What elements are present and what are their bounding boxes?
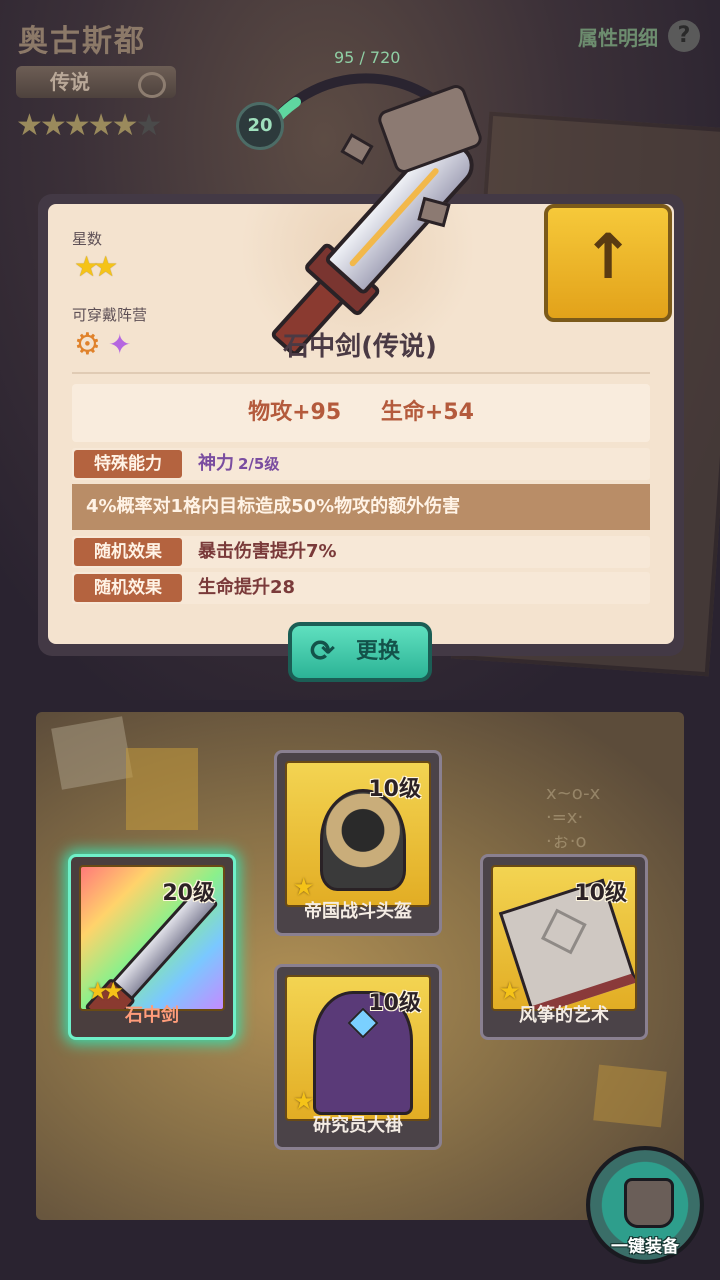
swirl-icon (138, 72, 166, 98)
random-effect-value: 暴击伤害提升7% (198, 541, 337, 562)
equipment-slot-sword[interactable]: 20级 ★★ 石中剑 (68, 854, 236, 1040)
hero-name: 奥古斯都 (18, 24, 146, 59)
special-ability-tag: 特殊能力 (74, 450, 182, 478)
item-level: 10级 (574, 881, 627, 906)
upgrade-button[interactable]: ↑ (544, 204, 672, 322)
rarity-badge: 传说 (16, 66, 176, 98)
hero-stars: ★★★★★★ (16, 108, 162, 143)
hero-level-badge: 20 (236, 102, 284, 150)
equip-all-button[interactable]: 一键装备 (586, 1146, 704, 1264)
camp-label: 可穿戴阵营 (72, 306, 148, 324)
stat-hp: 生命+54 (380, 400, 474, 425)
item-name: 风筝的艺术 (519, 1005, 609, 1026)
special-ability-level: 2/5级 (238, 455, 280, 473)
swap-button[interactable]: ⟳ 更换 (288, 622, 432, 682)
item-stars: ★★ (74, 250, 118, 283)
random-effect-value: 生命提升28 (198, 577, 296, 598)
up-arrow-icon: ↑ (582, 220, 634, 293)
star-count-label: 星数 (72, 230, 103, 248)
divider (72, 372, 650, 374)
special-ability-value: 神力 2/5级 (198, 448, 279, 480)
paper-note (593, 1064, 667, 1128)
paper-note (126, 748, 198, 830)
random-effect-tag: 随机效果 (74, 574, 182, 602)
item-card: 20级 ★★ (79, 865, 225, 1011)
special-ability-name: 神力 (198, 453, 234, 474)
chalk-doodle: x~o-x ·=x· ·ぉ·o (546, 783, 601, 852)
stat-attack: 物攻+95 (248, 400, 342, 425)
swap-label: 更换 (356, 639, 401, 664)
equipment-slot-book[interactable]: 10级 ★ 风筝的艺术 (480, 854, 648, 1040)
item-card: 10级 ★ (285, 975, 431, 1121)
item-name: 石中剑 (125, 1005, 179, 1026)
help-icon[interactable]: ? (668, 20, 700, 52)
item-title: 石中剑(传说) (283, 332, 437, 362)
random-effect-tag: 随机效果 (74, 538, 182, 566)
item-level: 10级 (368, 991, 421, 1016)
equipment-slot-robe[interactable]: 10级 ★ 研究员大褂 (274, 964, 442, 1150)
hero-stars-empty: ★ (135, 108, 162, 143)
item-name: 研究员大褂 (313, 1115, 403, 1136)
helmet-icon (320, 789, 406, 891)
item-level: 20级 (162, 881, 215, 906)
item-name: 帝国战斗头盔 (304, 901, 412, 922)
random-effect-row: 随机效果 生命提升28 (72, 572, 650, 604)
special-ability-row: 特殊能力 神力 2/5级 (72, 448, 650, 480)
random-effect-row: 随机效果 暴击伤害提升7% (72, 536, 650, 568)
special-ability-description: 4%概率对1格内目标造成50%物攻的额外伤害 (72, 484, 650, 530)
item-card: 10级 ★ (491, 865, 637, 1011)
equip-all-label: 一键装备 (611, 1237, 679, 1257)
hero-stars-filled: ★★★★★ (16, 108, 138, 143)
paper-note (51, 716, 133, 790)
base-stats: 物攻+95 生命+54 (72, 384, 650, 442)
armor-icon (624, 1178, 674, 1228)
xp-progress-text: 95 / 720 (334, 48, 401, 67)
item-level: 10级 (368, 777, 421, 802)
swap-icon: ⟳ (310, 634, 336, 669)
kite-icon (540, 908, 587, 955)
item-card: 10级 ★ (285, 761, 431, 907)
attribute-details-link[interactable]: 属性明细 (578, 22, 658, 51)
equipment-slot-helmet[interactable]: 10级 ★ 帝国战斗头盔 (274, 750, 442, 936)
rarity-label: 传说 (50, 70, 90, 94)
